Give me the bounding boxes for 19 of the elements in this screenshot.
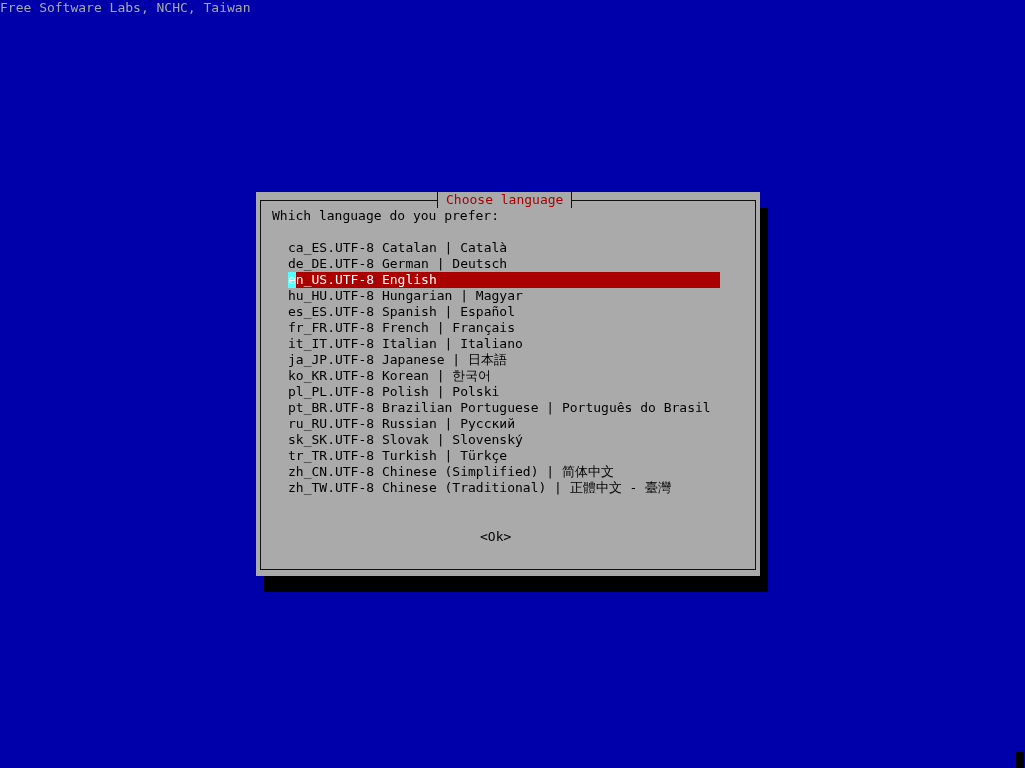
language-option[interactable]: ca_ES.UTF-8 Catalan | Català	[288, 240, 508, 256]
screen-header: Free Software Labs, NCHC, Taiwan	[0, 0, 251, 16]
language-option[interactable]: it_IT.UTF-8 Italian | Italiano	[288, 336, 523, 352]
language-option[interactable]: pt_BR.UTF-8 Brazilian Portuguese | Português do Brasil	[288, 400, 711, 416]
prompt-text: Which language do you prefer:	[272, 208, 499, 224]
language-option[interactable]: tr_TR.UTF-8 Turkish | Türkçe	[288, 448, 508, 464]
dialog-title: Choose language	[437, 192, 573, 208]
language-option[interactable]: ko_KR.UTF-8 Korean | 한국어	[288, 368, 492, 384]
language-option[interactable]: fr_FR.UTF-8 French | Français	[288, 320, 515, 336]
language-option[interactable]: sk_SK.UTF-8 Slovak | Slovenský	[288, 432, 523, 448]
ok-button[interactable]: <Ok>	[480, 528, 512, 544]
language-option[interactable]: pl_PL.UTF-8 Polish | Polski	[288, 384, 500, 400]
language-option[interactable]: ru_RU.UTF-8 Russian | Русский	[288, 416, 515, 432]
language-option[interactable]: zh_TW.UTF-8 Chinese (Traditional) | 正體中文 - 臺灣	[288, 480, 672, 496]
language-option[interactable]: ja_JP.UTF-8 Japanese | 日本語	[288, 352, 507, 368]
language-option[interactable]: hu_HU.UTF-8 Hungarian | Magyar	[288, 288, 523, 304]
language-option[interactable]: es_ES.UTF-8 Spanish | Español	[288, 304, 515, 320]
language-option[interactable]: de_DE.UTF-8 German | Deutsch	[288, 256, 508, 272]
language-option[interactable]: zh_CN.UTF-8 Chinese (Simplified) | 简体中文	[288, 464, 614, 480]
